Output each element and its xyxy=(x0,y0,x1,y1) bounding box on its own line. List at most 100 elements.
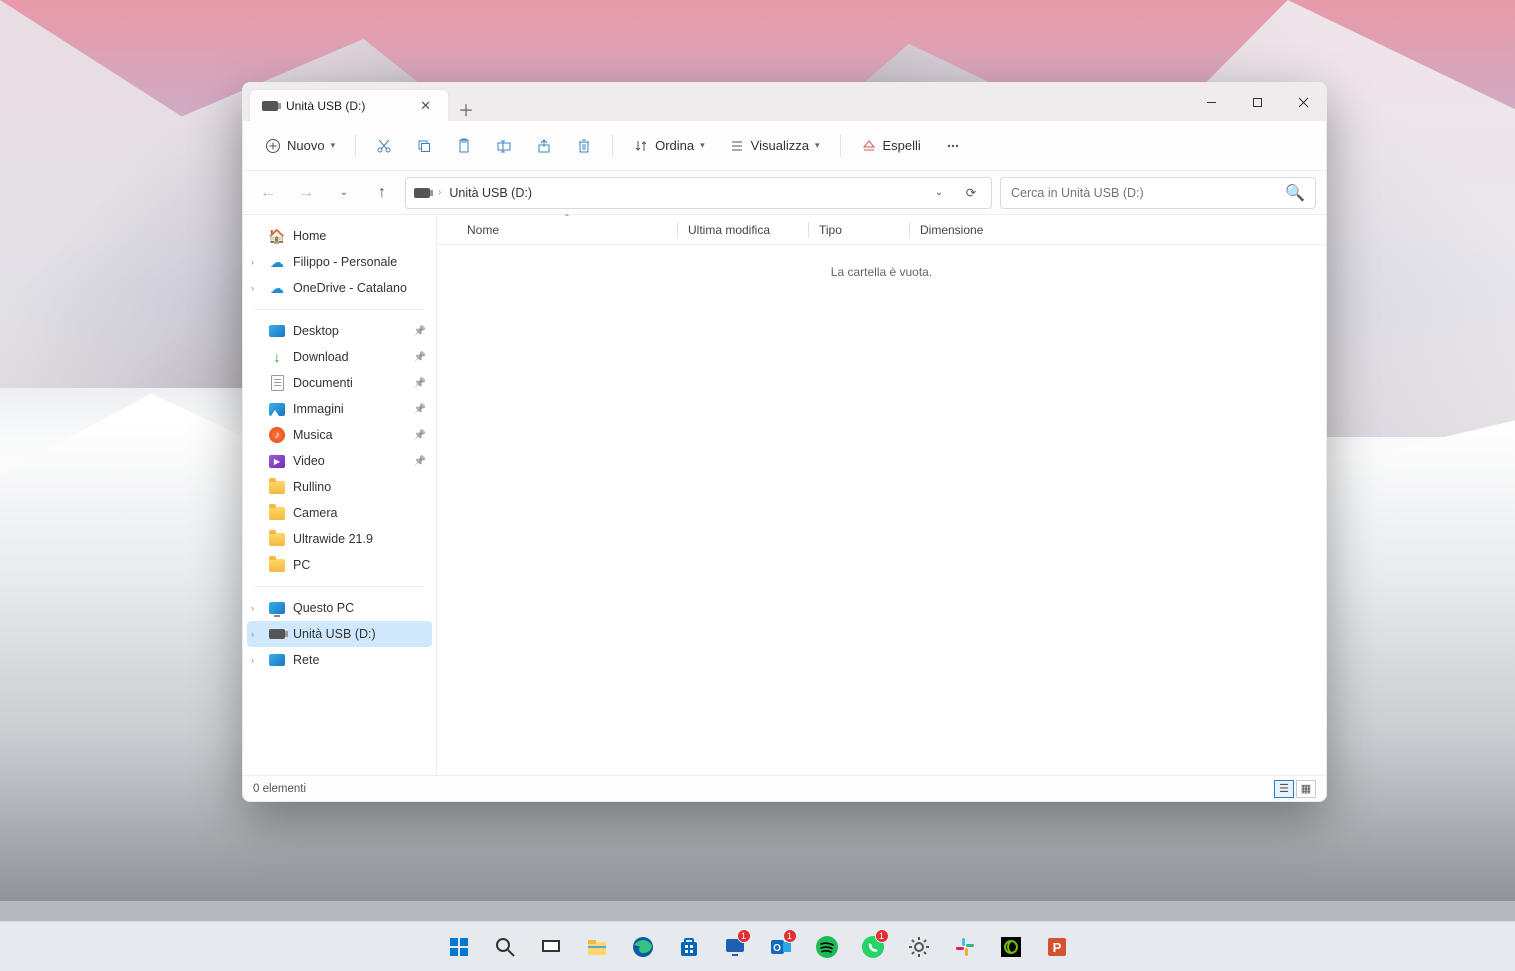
sidebar-item-label: Home xyxy=(293,229,326,243)
column-modified[interactable]: Ultima modifica xyxy=(678,223,808,237)
taskbar-slack[interactable] xyxy=(945,927,985,967)
pin-icon: 📌 xyxy=(414,404,426,415)
sidebar-item-immagini[interactable]: Immagini 📌 xyxy=(247,396,432,422)
refresh-button[interactable]: ⟳ xyxy=(959,181,983,205)
eject-button[interactable]: Espelli xyxy=(851,132,931,160)
taskbar-settings[interactable] xyxy=(899,927,939,967)
sidebar-item-musica[interactable]: ♪Musica📌 xyxy=(247,422,432,448)
search-icon: 🔍 xyxy=(1285,183,1305,203)
sort-label: Ordina xyxy=(655,138,694,153)
forward-button[interactable]: → xyxy=(291,178,321,208)
tab-title: Unità USB (D:) xyxy=(286,99,365,113)
details-view-toggle[interactable]: ☰ xyxy=(1274,780,1294,798)
sort-button[interactable]: Ordina ▾ xyxy=(623,132,715,160)
close-button[interactable] xyxy=(1280,83,1326,121)
taskbar-powerpoint[interactable]: P xyxy=(1037,927,1077,967)
delete-button[interactable] xyxy=(566,132,602,160)
sidebar-item-ultrawide-21-9[interactable]: Ultrawide 21.9 xyxy=(247,526,432,552)
address-bar[interactable]: › Unità USB (D:) ⌄ ⟳ xyxy=(405,177,992,209)
expand-icon[interactable]: › xyxy=(251,655,254,665)
tab-active[interactable]: Unità USB (D:) ✕ xyxy=(249,89,449,121)
sidebar-item-pc[interactable]: PC xyxy=(247,552,432,578)
cut-button[interactable] xyxy=(366,132,402,160)
folder-icon xyxy=(269,531,285,547)
sidebar-item-label: OneDrive - Catalano xyxy=(293,281,407,295)
taskbar-spotify[interactable] xyxy=(807,927,847,967)
plus-circle-icon xyxy=(265,138,281,154)
taskbar-nvidia[interactable] xyxy=(991,927,1031,967)
taskbar-screen-app[interactable]: 1 xyxy=(715,927,755,967)
chevron-down-icon: ▾ xyxy=(700,140,705,151)
column-type[interactable]: Tipo xyxy=(809,223,909,237)
sidebar-item-rete[interactable]: ›Rete xyxy=(247,647,432,673)
expand-icon[interactable]: › xyxy=(251,257,254,267)
status-bar: 0 elementi ☰ ▦ xyxy=(243,775,1326,801)
new-label: Nuovo xyxy=(287,138,325,153)
chevron-down-icon: ▾ xyxy=(331,140,336,151)
taskbar-outlook[interactable]: O1 xyxy=(761,927,801,967)
sidebar-item-label: Immagini xyxy=(293,402,344,416)
badge: 1 xyxy=(737,929,751,943)
view-button[interactable]: Visualizza ▾ xyxy=(719,132,830,160)
search-box[interactable]: 🔍 xyxy=(1000,177,1316,209)
sidebar-item-camera[interactable]: Camera xyxy=(247,500,432,526)
back-button[interactable]: ← xyxy=(253,178,283,208)
window-controls xyxy=(1188,83,1326,121)
sidebar-item-questo-pc[interactable]: › Questo PC xyxy=(247,595,432,621)
sidebar-item-rullino[interactable]: Rullino xyxy=(247,474,432,500)
taskbar-task-view[interactable] xyxy=(531,927,571,967)
sidebar-item-home[interactable]: 🏠Home xyxy=(247,223,432,249)
expand-icon[interactable]: › xyxy=(251,629,254,639)
usb-drive-icon xyxy=(414,188,430,198)
taskbar-start[interactable] xyxy=(439,927,479,967)
taskbar-file-explorer[interactable] xyxy=(577,927,617,967)
sidebar-item-video[interactable]: ▶Video📌 xyxy=(247,448,432,474)
taskbar-ms-store[interactable] xyxy=(669,927,709,967)
column-size[interactable]: Dimensione xyxy=(910,223,1010,237)
new-tab-button[interactable]: ＋ xyxy=(449,97,483,121)
address-dropdown[interactable]: ⌄ xyxy=(927,181,951,205)
music-icon: ♪ xyxy=(269,427,285,443)
sidebar-item-label: Rullino xyxy=(293,480,331,494)
sidebar-item-label: Unità USB (D:) xyxy=(293,627,376,641)
new-button[interactable]: Nuovo ▾ xyxy=(255,132,345,160)
recent-dropdown[interactable]: ⌄ xyxy=(329,178,359,208)
up-button[interactable]: ↑ xyxy=(367,178,397,208)
svg-text:P: P xyxy=(1052,940,1061,955)
tab-close-button[interactable]: ✕ xyxy=(415,96,436,116)
minimize-button[interactable] xyxy=(1188,83,1234,121)
maximize-button[interactable] xyxy=(1234,83,1280,121)
paste-button[interactable] xyxy=(446,132,482,160)
copy-button[interactable] xyxy=(406,132,442,160)
column-name[interactable]: ⌃Nome xyxy=(457,223,677,237)
taskbar-whatsapp[interactable]: 1 xyxy=(853,927,893,967)
taskbar-search[interactable] xyxy=(485,927,525,967)
usb-drive-icon xyxy=(262,101,278,111)
cloud-icon: ☁ xyxy=(269,254,285,270)
image-icon xyxy=(269,401,285,417)
cloud-icon: ☁ xyxy=(269,280,285,296)
toolbar: Nuovo ▾ Ordina ▾ Visualizza ▾ Espelli xyxy=(243,121,1326,171)
sidebar-item-label: Questo PC xyxy=(293,601,354,615)
navigation-bar: ← → ⌄ ↑ › Unità USB (D:) ⌄ ⟳ 🔍 xyxy=(243,171,1326,215)
sidebar-item-documenti[interactable]: Documenti📌 xyxy=(247,370,432,396)
download-icon: ↓ xyxy=(269,349,285,365)
sidebar-item-download[interactable]: ↓Download📌 xyxy=(247,344,432,370)
tab-strip: Unità USB (D:) ✕ ＋ xyxy=(243,83,1188,121)
sort-indicator-icon: ⌃ xyxy=(564,213,571,222)
content-pane: ⌃Nome Ultima modifica Tipo Dimensione La… xyxy=(437,215,1326,775)
sidebar-item-onedrive-catalano[interactable]: › ☁ OneDrive - Catalano xyxy=(247,275,432,301)
column-headers: ⌃Nome Ultima modifica Tipo Dimensione xyxy=(437,215,1326,245)
list-icon xyxy=(729,138,745,154)
expand-icon[interactable]: › xyxy=(251,603,254,613)
search-input[interactable] xyxy=(1011,186,1285,200)
taskbar-edge[interactable] xyxy=(623,927,663,967)
sidebar-item-filippo-personale[interactable]: ›☁Filippo - Personale xyxy=(247,249,432,275)
expand-icon[interactable]: › xyxy=(251,283,254,293)
share-button[interactable] xyxy=(526,132,562,160)
more-button[interactable] xyxy=(935,132,971,160)
sidebar-item-desktop[interactable]: Desktop📌 xyxy=(247,318,432,344)
sidebar-item-unit-usb-d-[interactable]: › Unità USB (D:) xyxy=(247,621,432,647)
rename-button[interactable] xyxy=(486,132,522,160)
icons-view-toggle[interactable]: ▦ xyxy=(1296,780,1316,798)
